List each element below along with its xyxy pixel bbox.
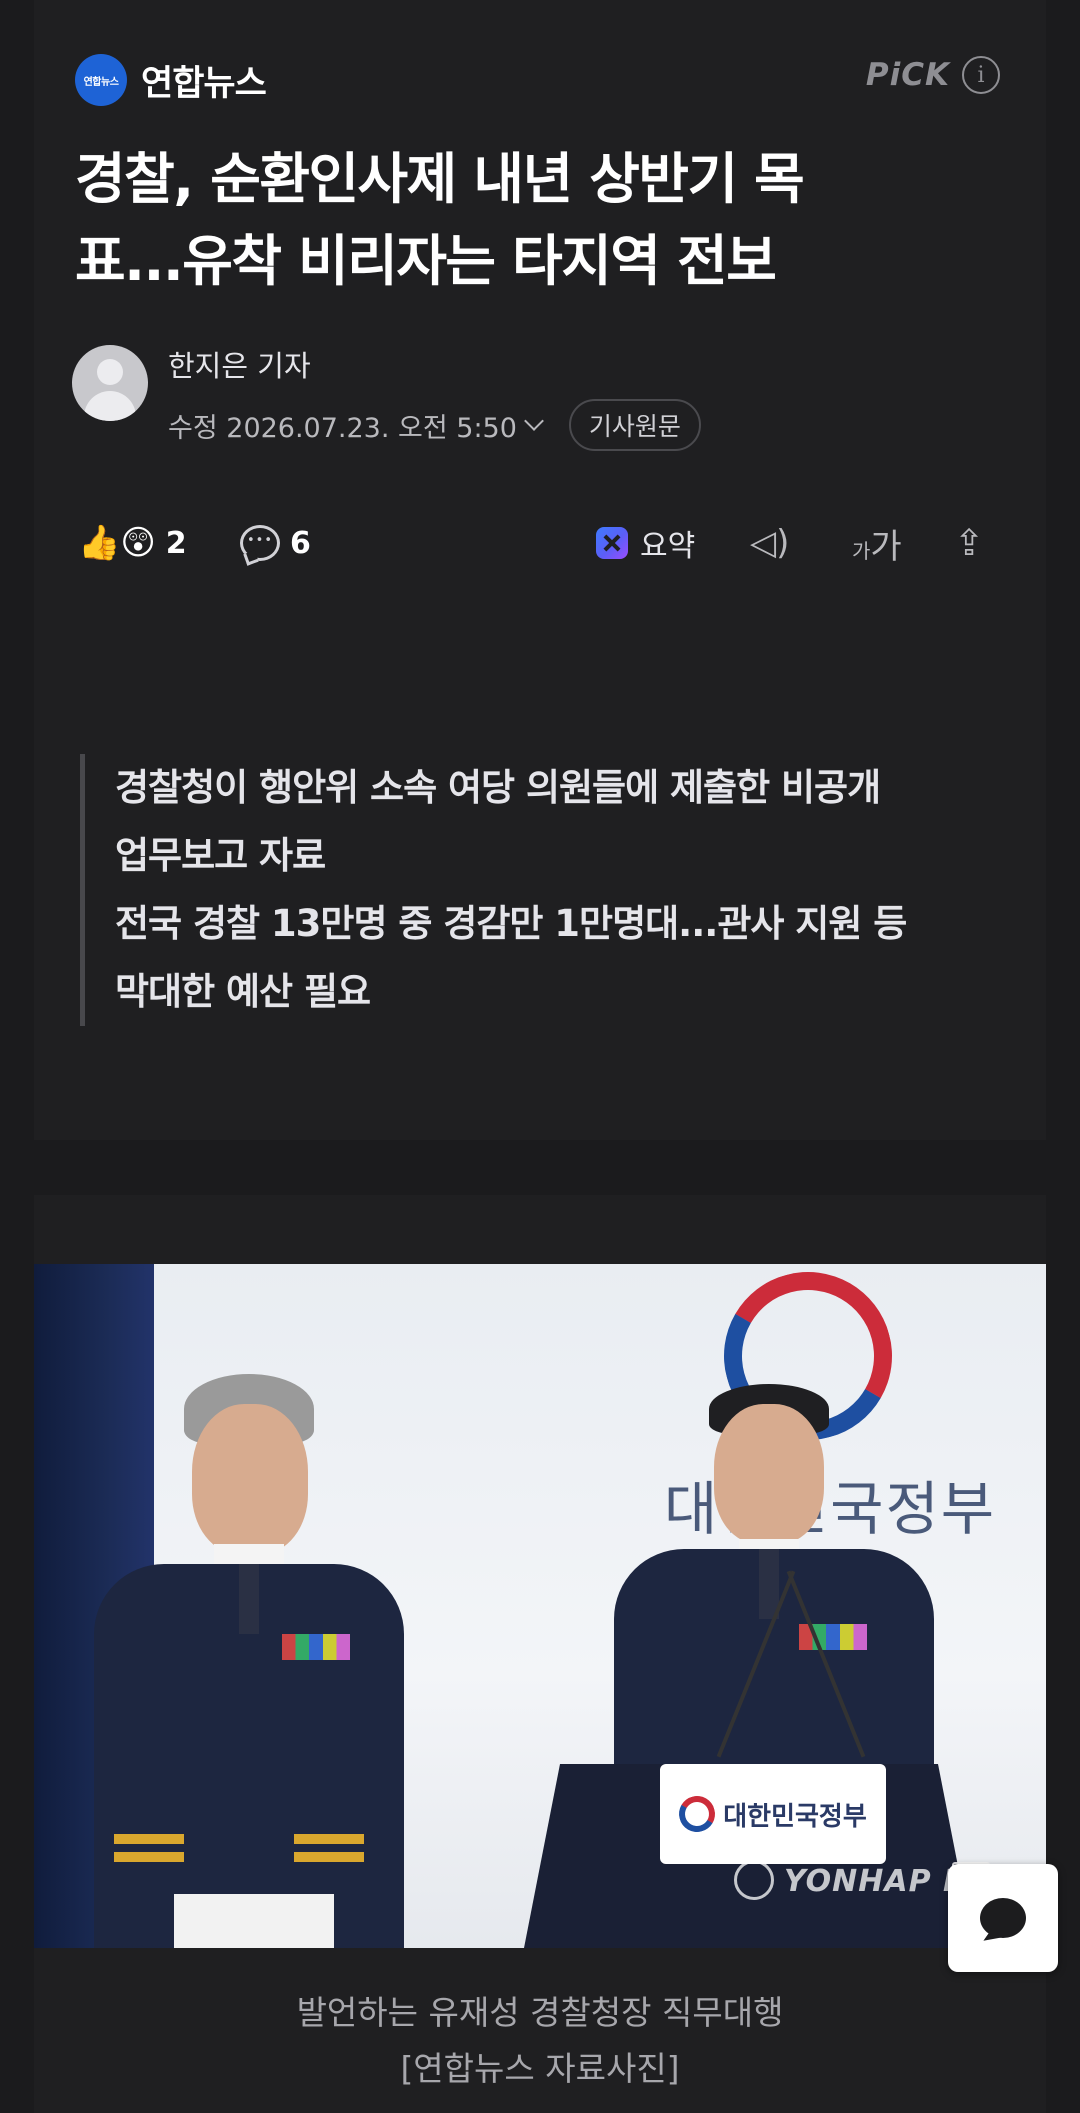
share-button[interactable]: ⇪ [954,518,984,568]
original-article-button[interactable]: 기사원문 [568,399,701,451]
summary-icon [596,527,628,559]
caption-line-2: [연합뉴스 자료사진] [400,2049,680,2088]
summary-line: 막대한 예산 필요 [115,970,371,1013]
publisher-logo[interactable]: 연합뉴스 [75,54,127,106]
reaction-count: 2 [165,525,187,561]
pick-badge[interactable]: PiCK i [866,56,1000,94]
comment-button[interactable]: ••• 6 [240,518,311,568]
government-emblem-small [675,1791,720,1837]
article-photo[interactable]: 대한민국정부 대한민국정부 YONHAP N [34,1264,1046,1948]
reporter-name[interactable]: 한지은 기자 [168,343,701,385]
font-size-button[interactable]: 가가 [852,518,902,568]
podium-text: 대한민국정부 [723,1801,867,1832]
podium-plate: 대한민국정부 [660,1764,886,1864]
photo-watermark: YONHAP N [784,1864,970,1899]
headline-line-2: 표...유착 비리자는 타지역 전보 [75,229,777,293]
reaction-button[interactable]: 👍😲 2 [78,518,187,568]
officer-left [74,1374,434,1948]
article-date: 수정 2026.07.23. 오전 5:50 [168,412,517,444]
share-icon: ⇪ [954,522,985,564]
article-headline: 경찰, 순환인사제 내년 상반기 목 표...유착 비리자는 타지역 전보 [75,138,995,302]
summary-line: 경찰청이 행안위 소속 여당 의원들에 제출한 비공개 [115,766,881,809]
comment-icon: ••• [240,525,280,561]
summary-label: 요약 [640,529,696,564]
speaker-icon: ◁) [750,523,790,563]
summary-line: 업무보고 자료 [115,834,326,877]
chevron-down-icon[interactable] [524,411,544,431]
comment-floating-button[interactable] [948,1864,1058,1972]
reporter-avatar[interactable] [72,345,148,421]
reaction-emoji-icon: 👍😲 [78,523,156,563]
caption-line-1: 발언하는 유재성 경찰청장 직무대행 [296,1993,784,2032]
action-bar: 👍😲 2 ••• 6 요약 ◁) 가가 ⇪ [78,518,1004,568]
comment-count: 6 [290,525,311,561]
info-icon[interactable]: i [962,56,1000,94]
publisher-name[interactable]: 연합뉴스 [141,55,267,106]
font-size-icon: 가가 [852,526,902,567]
pick-label: PiCK [865,57,950,93]
chat-bubble-icon [980,1898,1026,1938]
headline-line-1: 경찰, 순환인사제 내년 상반기 목 [75,147,805,211]
summary-button[interactable]: 요약 [596,518,695,568]
photo-caption: 발언하는 유재성 경찰청장 직무대행 [연합뉴스 자료사진] [34,1985,1046,2097]
publisher-row[interactable]: 연합뉴스 연합뉴스 [75,52,267,108]
text-to-speech-button[interactable]: ◁) [750,518,789,568]
summary-line: 전국 경찰 13만명 중 경감만 1만명대...관사 지원 등 [115,902,907,945]
article-summary: 경찰청이 행안위 소속 여당 의원들에 제출한 비공개 업무보고 자료 전국 경… [80,754,980,1026]
yonhap-watermark-logo [734,1860,774,1900]
article-page: 연합뉴스 연합뉴스 PiCK i 경찰, 순환인사제 내년 상반기 목 표...… [0,0,1080,2113]
byline: 한지은 기자 수정 2026.07.23. 오전 5:50 기사원문 [72,345,701,451]
